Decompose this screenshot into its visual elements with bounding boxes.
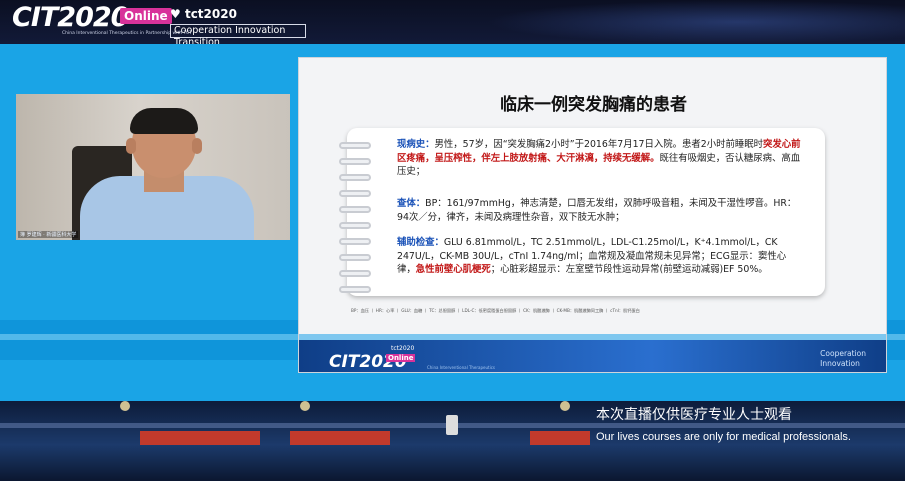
slide-title: 临床一例突发胸痛的患者 (500, 95, 687, 115)
slide-footer: CIT2020 Online tct2020 China Interventio… (299, 334, 886, 372)
podium (446, 415, 458, 435)
footer-tct-logo: tct2020 (391, 345, 415, 352)
stage-light (120, 401, 130, 411)
ring (339, 174, 371, 181)
ring (339, 190, 371, 197)
footer-subtitle: China Interventional Therapeutics (427, 365, 495, 370)
exam-label: 查体： (397, 198, 426, 209)
stage-table-center (290, 431, 390, 445)
history-label: 现病史： (397, 139, 435, 150)
presentation-slide[interactable]: 临床一例突发胸痛的患者 现病史：男性，57岁，因“突发胸痛2小时”于2016年7… (298, 57, 887, 373)
footer-tagline: Cooperation Innovation (820, 349, 866, 369)
ring (339, 254, 371, 261)
speaker-name-caption: 簿 罗建辉 · 新疆医科大学 (18, 231, 79, 238)
footer-tagline-1: Cooperation (820, 349, 866, 358)
aux-exam-label: 辅助检查： (397, 237, 444, 248)
stage-light (300, 401, 310, 411)
speaker-ear-right (192, 138, 202, 154)
banner-glow (485, 0, 905, 44)
ring (339, 142, 371, 149)
footer-tagline-2: Innovation (820, 359, 860, 368)
footer-stripe (299, 334, 886, 340)
heart-icon: ♥ (170, 7, 181, 21)
aux-exam-highlight: 急性前壁心肌梗死 (415, 264, 491, 275)
cit-logo: CIT2020 (12, 2, 129, 33)
stage-table-right (530, 431, 590, 445)
stage-table-left (140, 431, 260, 445)
exam-paragraph: 查体：BP：161/97mmHg，神志清楚，口唇无发绀，双肺呼吸音粗，未闻及干湿… (397, 197, 803, 224)
exam-text: BP：161/97mmHg，神志清楚，口唇无发绀，双肺呼吸音粗，未闻及干湿性啰音… (397, 198, 797, 223)
speaker-ear-left (126, 138, 136, 154)
ring (339, 158, 371, 165)
ring (339, 238, 371, 245)
caption-english: Our lives courses are only for medical p… (596, 431, 851, 443)
history-text: 男性，57岁，因“突发胸痛2小时”于2016年7月17日入院。患者2小时前睡眠时 (434, 139, 763, 150)
aux-exam-paragraph: 辅助检查：GLU 6.81mmol/L，TC 2.51mmol/L，LDL-C1… (397, 236, 803, 277)
top-banner: CIT2020 Online China Interventional Ther… (0, 0, 905, 44)
ring (339, 270, 371, 277)
tct-logo: ♥ tct2020 (170, 7, 237, 21)
speaker-video[interactable]: 簿 罗建辉 · 新疆医科大学 (16, 94, 290, 240)
online-badge: Online (120, 8, 172, 24)
notebook-rings (339, 138, 377, 298)
stage-light (560, 401, 570, 411)
tagline-box: Cooperation Innovation Transition (170, 24, 306, 44)
ring (339, 222, 371, 229)
ring (339, 286, 371, 293)
aux-exam-text-2: ；心脏彩超显示：左室壁节段性运动异常(前壁运动减弱)EF 50%。 (490, 264, 768, 275)
abbreviations-footnote: BP：血压 丨 HR：心率 丨 GLU：血糖 丨 TC：总胆固醇 丨 LDL-C… (351, 308, 640, 313)
history-paragraph: 现病史：男性，57岁，因“突发胸痛2小时”于2016年7月17日入院。患者2小时… (397, 138, 803, 179)
speaker-hair (130, 108, 198, 134)
ring (339, 206, 371, 213)
caption-chinese: 本次直播仅供医疗专业人士观看 (596, 407, 792, 423)
tct-logo-text: tct2020 (184, 7, 237, 21)
footer-online-badge: Online (386, 354, 416, 362)
